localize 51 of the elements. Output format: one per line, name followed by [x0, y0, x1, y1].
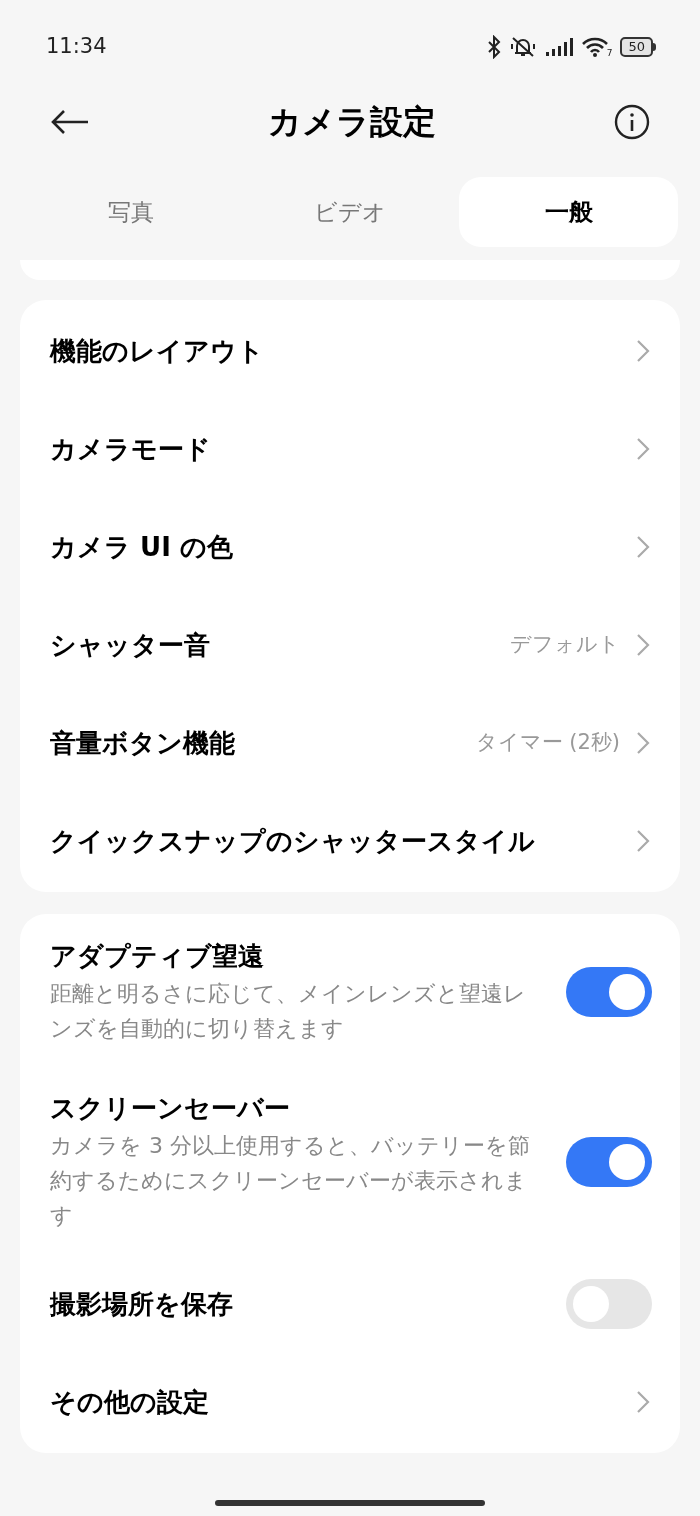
toggle-switch[interactable] — [566, 967, 652, 1017]
row-label: アダプティブ望遠 — [50, 940, 265, 973]
row-label: 音量ボタン機能 — [50, 726, 236, 760]
settings-row[interactable]: 機能のレイアウト — [20, 302, 680, 400]
toggle-knob — [609, 1143, 645, 1180]
settings-row[interactable]: クイックスナップのシャッタースタイル — [20, 792, 680, 890]
toggle-switch[interactable] — [566, 1136, 652, 1187]
row-label: クイックスナップのシャッタースタイル — [50, 824, 536, 858]
chevron-right-icon — [636, 731, 650, 755]
settings-row[interactable]: 撮影場所を保存 — [20, 1255, 680, 1353]
row-label: 撮影場所を保存 — [50, 1288, 234, 1321]
toggle-knob — [609, 974, 645, 1010]
row-label: その他の設定 — [50, 1385, 210, 1419]
info-icon[interactable] — [614, 104, 650, 140]
toggle-knob — [573, 1286, 609, 1322]
wifi-number-label: 7 — [606, 49, 613, 58]
row-description: 距離と明るさに応じて、メインレンズと望遠レンズを自動的に切り替えます — [50, 980, 527, 1043]
row-label: スクリーンセーバー — [50, 1092, 291, 1125]
signal-icon — [544, 37, 573, 57]
row-label: シャッター音 — [50, 628, 211, 662]
settings-row[interactable]: その他の設定 — [20, 1353, 680, 1451]
chevron-right-icon — [636, 1390, 650, 1414]
settings-row[interactable]: シャッター音 デフォルト — [20, 596, 680, 694]
bluetooth-icon — [486, 35, 501, 59]
chevron-right-icon — [636, 339, 650, 363]
row-label: カメラモード — [50, 432, 212, 466]
chevron-right-icon — [636, 437, 650, 461]
settings-row[interactable]: スクリーンセーバー カメラを 3 分以上使用すると、バッテリーを節約するためにスクリーンセーバーが表示されます — [20, 1068, 680, 1255]
settings-row[interactable]: アダプティブ望遠 距離と明るさに応じて、メインレンズと望遠レンズを自動的に切り替えます — [20, 916, 680, 1068]
tab[interactable]: ビデオ — [240, 177, 460, 247]
tab[interactable]: 写真 — [22, 177, 241, 247]
wifi-icon — [580, 36, 609, 58]
tab[interactable]: 一般 — [459, 177, 678, 247]
status-time: 11:34 — [46, 33, 107, 61]
row-label: カメラ UI の色 — [50, 530, 234, 564]
row-value: デフォルト — [510, 631, 620, 659]
battery-indicator: 50 — [620, 37, 653, 57]
muted-bell-icon — [508, 35, 537, 59]
settings-row[interactable]: 音量ボタン機能 タイマー (2秒) — [20, 694, 680, 792]
chevron-right-icon — [636, 535, 650, 559]
row-value: タイマー (2秒) — [475, 729, 620, 757]
settings-row[interactable]: カメラ UI の色 — [20, 498, 680, 596]
row-description: カメラを 3 分以上使用すると、バッテリーを節約するためにスクリーンセーバーが表示されます — [50, 1132, 531, 1230]
toggle-switch[interactable] — [566, 1279, 652, 1329]
settings-row[interactable]: カメラモード — [20, 400, 680, 498]
chevron-right-icon — [636, 633, 650, 657]
battery-tip — [653, 43, 656, 51]
back-arrow-icon[interactable] — [50, 109, 90, 135]
chevron-right-icon — [636, 829, 650, 853]
page-title: カメラ設定 — [268, 101, 436, 144]
row-label: 機能のレイアウト — [50, 334, 265, 368]
